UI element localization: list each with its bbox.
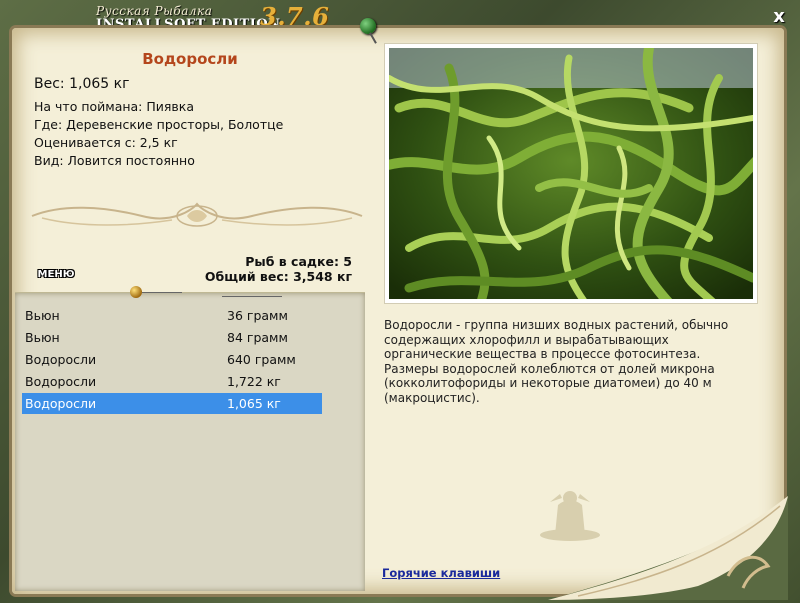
fish-photo	[384, 43, 758, 304]
cage-count: Рыб в садке: 5	[245, 254, 352, 269]
catch-name: Водоросли	[25, 396, 97, 411]
catch-weight: 84 грамм	[227, 330, 288, 345]
fish-title: Водоросли	[142, 50, 238, 68]
fish-description: Водоросли - группа низших водных растени…	[384, 318, 729, 405]
fish-info: На что поймана: Пиявка Где: Деревенские …	[34, 98, 283, 170]
seaweed-illustration	[389, 48, 753, 299]
catch-list[interactable]: Вьюн 36 грамм Вьюн 84 грамм Водоросли 64…	[15, 292, 365, 591]
list-item[interactable]: Водоросли 640 грамм	[22, 349, 322, 370]
catch-name: Водоросли	[25, 374, 97, 389]
seaweed-image	[389, 48, 753, 299]
catch-name: Вьюн	[25, 330, 60, 345]
pin-thread	[142, 292, 182, 293]
catch-name: Водоросли	[25, 352, 97, 367]
app-logo: Русская Рыбалка INSTALLSOFT EDITION 3.7.…	[96, 2, 329, 32]
list-item[interactable]: Водоросли 1,722 кг	[22, 371, 322, 392]
logo-title: Русская Рыбалка	[96, 4, 213, 18]
catch-weight: 1,065 кг	[227, 396, 281, 411]
catch-name: Вьюн	[25, 308, 60, 323]
fish-kind: Вид: Ловится постоянно	[34, 153, 195, 168]
menu-button[interactable]: МЕНЮ	[34, 268, 78, 282]
fish-weight: Вес: 1,065 кг	[34, 76, 130, 92]
page-curl	[548, 496, 788, 600]
hotkeys-link[interactable]: Горячие клавиши	[382, 566, 500, 580]
list-item-selected[interactable]: Водоросли 1,065 кг	[22, 393, 322, 414]
catch-weight: 640 грамм	[227, 352, 296, 367]
cage-stats: Рыб в садке: 5 Общий вес: 3,548 кг	[205, 254, 352, 284]
ornament-divider	[31, 202, 363, 227]
pushpin-icon	[360, 18, 376, 34]
pushpin-icon	[130, 286, 142, 298]
catch-weight: 36 грамм	[227, 308, 288, 323]
fish-valued-from: Оценивается с: 2,5 кг	[34, 135, 178, 150]
list-item[interactable]: Вьюн 36 грамм	[22, 305, 322, 326]
list-item[interactable]: Вьюн 84 грамм	[22, 327, 322, 348]
cage-total-weight: Общий вес: 3,548 кг	[204, 269, 352, 284]
close-button[interactable]: x	[770, 8, 788, 26]
fish-location: Где: Деревенские просторы, Болотце	[34, 117, 284, 132]
fish-bait: На что поймана: Пиявка	[34, 99, 194, 114]
logo-version: 3.7.6	[260, 2, 330, 31]
pin-thread	[222, 296, 282, 297]
catch-weight: 1,722 кг	[227, 374, 281, 389]
